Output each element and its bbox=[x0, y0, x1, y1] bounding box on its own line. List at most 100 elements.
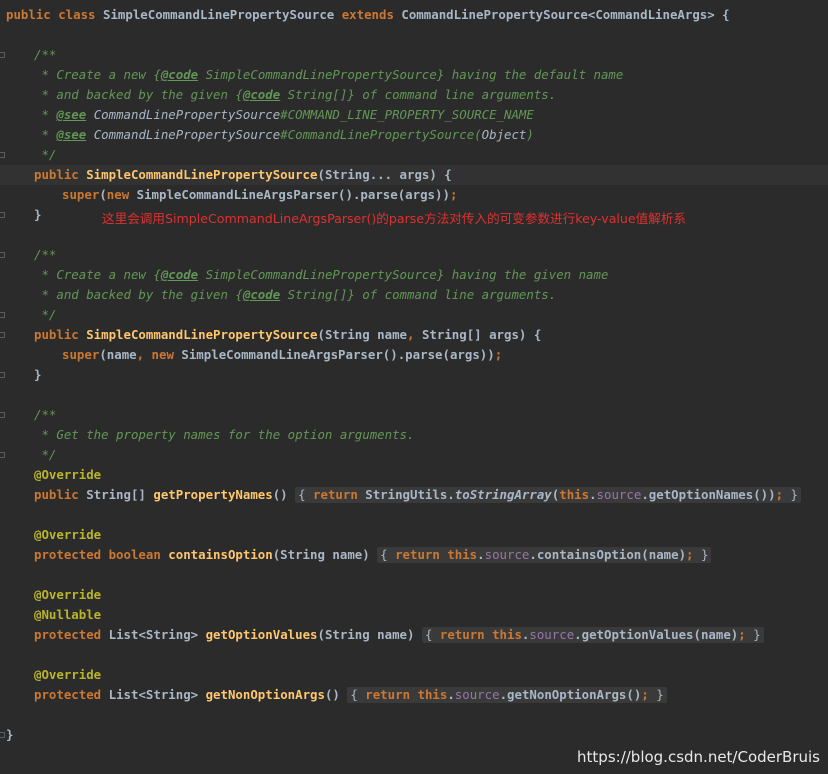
folded-code-block[interactable]: { return StringUtils.toStringArray(this.… bbox=[295, 487, 801, 503]
code-line-class-close[interactable]: } bbox=[0, 725, 828, 745]
code-line-blank-7[interactable] bbox=[0, 705, 828, 725]
code-token: super bbox=[62, 347, 100, 362]
code-line-doc2-l1[interactable]: * Create a new {@code SimpleCommandLineP… bbox=[0, 265, 828, 285]
code-token: source bbox=[454, 687, 500, 702]
folded-code-block[interactable]: { return this.source.getOptionValues(nam… bbox=[421, 627, 764, 643]
code-token: #COMMAND_LINE_PROPERTY_SOURCE_NAME bbox=[280, 107, 534, 122]
code-token: @Override bbox=[34, 667, 102, 682]
code-token: @code bbox=[242, 287, 281, 302]
code-token: @code bbox=[160, 67, 199, 82]
code-line-doc1-l1[interactable]: * Create a new {@code SimpleCommandLineP… bbox=[0, 65, 828, 85]
code-line-m3[interactable]: protected List<String> getOptionValues(S… bbox=[0, 625, 828, 645]
code-line-blank-1[interactable] bbox=[0, 25, 828, 45]
code-line-ctor2-close[interactable]: } bbox=[0, 365, 828, 385]
code-line-ann-3[interactable]: @Override bbox=[0, 585, 828, 605]
code-token: SimpleCommandLinePropertySource} having … bbox=[198, 67, 624, 82]
code-line-doc1-close[interactable]: */ bbox=[0, 145, 828, 165]
code-token: /** bbox=[34, 47, 57, 62]
code-token: } bbox=[783, 487, 798, 502]
code-line-ann-5[interactable]: @Override bbox=[0, 665, 828, 685]
code-token: #CommandLinePropertySource( bbox=[280, 127, 482, 142]
code-token: @Override bbox=[34, 587, 102, 602]
code-token: { bbox=[153, 267, 161, 282]
code-token: SimpleCommandLinePropertySource bbox=[86, 167, 318, 182]
code-line-ctor2-sig[interactable]: public SimpleCommandLinePropertySource(S… bbox=[0, 325, 828, 345]
code-token: String[]} of command line arguments. bbox=[280, 87, 557, 102]
code-token: public bbox=[34, 327, 87, 342]
code-token: . bbox=[589, 487, 597, 502]
code-token: String[] bbox=[86, 487, 154, 502]
code-line-blank-3[interactable] bbox=[0, 385, 828, 405]
code-token: SimpleCommandLineArgsParser().parse(args… bbox=[181, 347, 495, 362]
code-line-ctor1-sig[interactable]: public SimpleCommandLinePropertySource(S… bbox=[0, 165, 828, 185]
code-token: .getNonOptionArgs() bbox=[499, 687, 642, 702]
code-line-doc1-l4[interactable]: * @see CommandLinePropertySource#Command… bbox=[0, 125, 828, 145]
code-token: List<String> bbox=[108, 627, 206, 642]
code-token: ; bbox=[686, 547, 694, 562]
code-line-blank-2[interactable] bbox=[0, 225, 828, 245]
code-line-m2[interactable]: protected boolean containsOption(String … bbox=[0, 545, 828, 565]
code-token: SimpleCommandLinePropertySource bbox=[86, 327, 318, 342]
code-line-doc2-l2[interactable]: * and backed by the given {@code String[… bbox=[0, 285, 828, 305]
code-token: * bbox=[34, 107, 57, 122]
code-line-blank-5[interactable] bbox=[0, 565, 828, 585]
code-token: String[] args) { bbox=[421, 327, 542, 342]
code-token: protected bbox=[34, 627, 109, 642]
code-token: getNonOptionArgs bbox=[205, 687, 325, 702]
code-line-ann-4[interactable]: @Nullable bbox=[0, 605, 828, 625]
code-token: return bbox=[313, 487, 366, 502]
code-token: (String name bbox=[317, 327, 408, 342]
code-token: . bbox=[447, 687, 455, 702]
code-line-m1[interactable]: public String[] getPropertyNames() { ret… bbox=[0, 485, 828, 505]
code-token: source bbox=[529, 627, 575, 642]
code-token: . bbox=[477, 547, 485, 562]
code-line-doc2-close[interactable]: */ bbox=[0, 305, 828, 325]
code-token: protected bbox=[34, 687, 109, 702]
code-token: } bbox=[6, 727, 14, 742]
code-token: * Create a new bbox=[34, 267, 154, 282]
code-line-doc3-close[interactable]: */ bbox=[0, 445, 828, 465]
folded-code-block[interactable]: { return this.source.containsOption(name… bbox=[377, 547, 712, 563]
code-token: new bbox=[106, 187, 137, 202]
code-token: { bbox=[424, 627, 440, 642]
code-line-doc1-l3[interactable]: * @see CommandLinePropertySource#COMMAND… bbox=[0, 105, 828, 125]
code-token: * Create a new bbox=[34, 67, 154, 82]
code-editor[interactable]: public class SimpleCommandLinePropertySo… bbox=[0, 0, 828, 774]
code-line-m4[interactable]: protected List<String> getNonOptionArgs(… bbox=[0, 685, 828, 705]
code-line-doc2-open[interactable]: /** bbox=[0, 245, 828, 265]
code-token: /** bbox=[34, 407, 57, 422]
code-line-doc3-open[interactable]: /** bbox=[0, 405, 828, 425]
code-token: toStringArray bbox=[454, 487, 552, 502]
code-line-blank-4[interactable] bbox=[0, 505, 828, 525]
code-token: * and backed by the given bbox=[34, 287, 236, 302]
code-token: CommandLinePropertySource bbox=[86, 127, 281, 142]
code-line-blank-6[interactable] bbox=[0, 645, 828, 665]
code-token: @code bbox=[242, 87, 281, 102]
code-token: super bbox=[62, 187, 100, 202]
code-token: SimpleCommandLineArgsParser().parse(args… bbox=[136, 187, 450, 202]
code-token: .containsOption(name) bbox=[529, 547, 687, 562]
code-line-class-decl[interactable]: public class SimpleCommandLinePropertySo… bbox=[0, 5, 828, 25]
watermark: https://blog.csdn.net/CoderBruis bbox=[577, 748, 820, 766]
code-token: } bbox=[693, 547, 709, 562]
code-token: * and backed by the given bbox=[34, 87, 236, 102]
code-token: */ bbox=[34, 307, 57, 322]
code-line-ctor1-body[interactable]: super(new SimpleCommandLineArgsParser().… bbox=[0, 185, 828, 205]
code-token: return this bbox=[365, 687, 448, 702]
code-token: (String... args) { bbox=[317, 167, 452, 182]
code-token: { bbox=[153, 67, 161, 82]
code-line-doc3-l1[interactable]: * Get the property names for the option … bbox=[0, 425, 828, 445]
code-line-doc1-l2[interactable]: * and backed by the given {@code String[… bbox=[0, 85, 828, 105]
code-token: ( bbox=[99, 187, 107, 202]
code-token: containsOption bbox=[168, 547, 273, 562]
code-line-ctor2-body[interactable]: super(name, new SimpleCommandLineArgsPar… bbox=[0, 345, 828, 365]
folded-code-block[interactable]: { return this.source.getNonOptionArgs();… bbox=[347, 687, 667, 703]
code-token: String[]} of command line arguments. bbox=[280, 287, 557, 302]
code-line-ann-1[interactable]: @Override bbox=[0, 465, 828, 485]
code-token: { bbox=[235, 87, 243, 102]
code-line-doc1-open[interactable]: /** bbox=[0, 45, 828, 65]
code-line-ann-2[interactable]: @Override bbox=[0, 525, 828, 545]
code-token: return this bbox=[439, 627, 522, 642]
code-token: (String name) bbox=[272, 547, 378, 562]
code-token: ; bbox=[449, 187, 458, 202]
